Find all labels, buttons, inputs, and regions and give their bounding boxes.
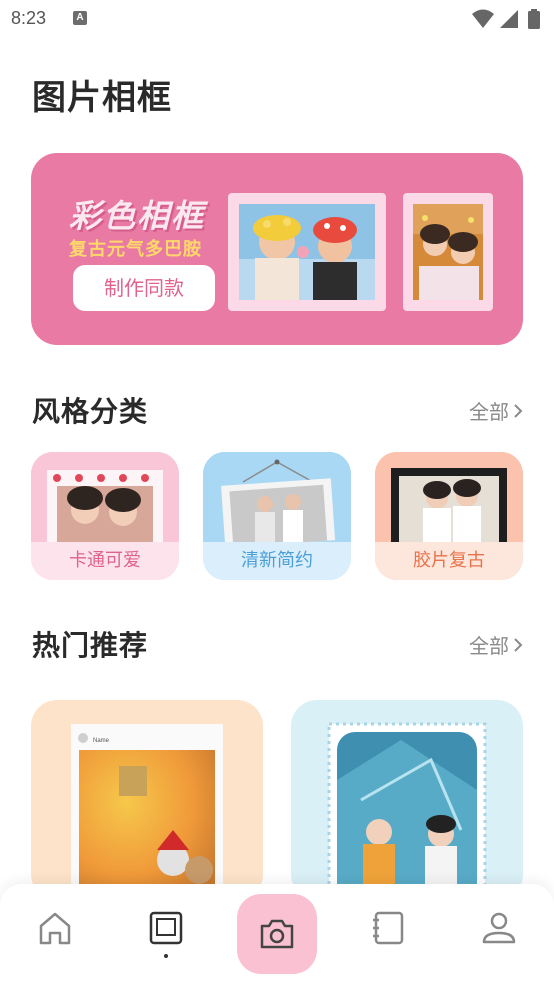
a-icon: A: [73, 11, 87, 25]
nav-notebook[interactable]: [366, 906, 410, 950]
promo-banner[interactable]: 彩色相框 复古元气多巴胺 制作同款: [31, 153, 523, 345]
category-photo: [203, 452, 351, 544]
camera-icon: [260, 919, 294, 949]
chevron-right-icon: [514, 403, 523, 418]
category-card-fresh[interactable]: 清新简约: [203, 452, 351, 580]
status-icons: [472, 9, 540, 29]
hot-see-all-link[interactable]: 全部: [469, 630, 523, 659]
banner-photo-small: [403, 193, 493, 311]
status-bar: 8:23 A: [0, 0, 554, 40]
home-icon: [39, 912, 71, 945]
category-label: 清新简约: [203, 542, 351, 580]
banner-title: 彩色相框: [69, 197, 206, 235]
make-same-button[interactable]: 制作同款: [73, 265, 215, 311]
page-title: 图片相框: [32, 78, 172, 118]
style-section-title: 风格分类: [32, 395, 149, 428]
category-card-cartoon[interactable]: 卡通可爱: [31, 452, 179, 580]
hot-card-image: Name: [71, 724, 223, 900]
frame-icon: [149, 911, 183, 945]
see-all-label: 全部: [469, 400, 509, 424]
category-photo: [375, 452, 523, 544]
style-see-all-link[interactable]: 全部: [469, 396, 523, 425]
signal-icon: [500, 10, 518, 28]
hot-card-caption: Name: [93, 738, 110, 744]
battery-icon: [528, 11, 540, 29]
notebook-icon: [373, 911, 404, 945]
nav-home[interactable]: [33, 906, 77, 950]
category-label: 卡通可爱: [31, 542, 179, 580]
chevron-right-icon: [514, 637, 523, 652]
category-card-film[interactable]: 胶片复古: [375, 452, 523, 580]
nav-frame[interactable]: [144, 906, 188, 950]
hot-card-ice[interactable]: [291, 700, 523, 900]
category-label: 胶片复古: [375, 542, 523, 580]
bottom-nav: [0, 884, 554, 984]
hot-card-sunset[interactable]: Name: [31, 700, 263, 900]
profile-icon: [482, 912, 516, 944]
see-all-label: 全部: [469, 634, 509, 658]
banner-subtitle: 复古元气多巴胺: [69, 239, 202, 260]
banner-photo-large: [228, 193, 386, 311]
active-indicator-dot: [164, 954, 168, 958]
wifi-icon: [472, 9, 494, 28]
nav-camera-button[interactable]: [237, 894, 317, 974]
category-photo: [31, 452, 179, 544]
hot-card-image: [327, 722, 487, 900]
status-time: 8:23: [11, 8, 47, 28]
hot-section-title: 热门推荐: [32, 629, 149, 662]
nav-profile[interactable]: [477, 906, 521, 950]
